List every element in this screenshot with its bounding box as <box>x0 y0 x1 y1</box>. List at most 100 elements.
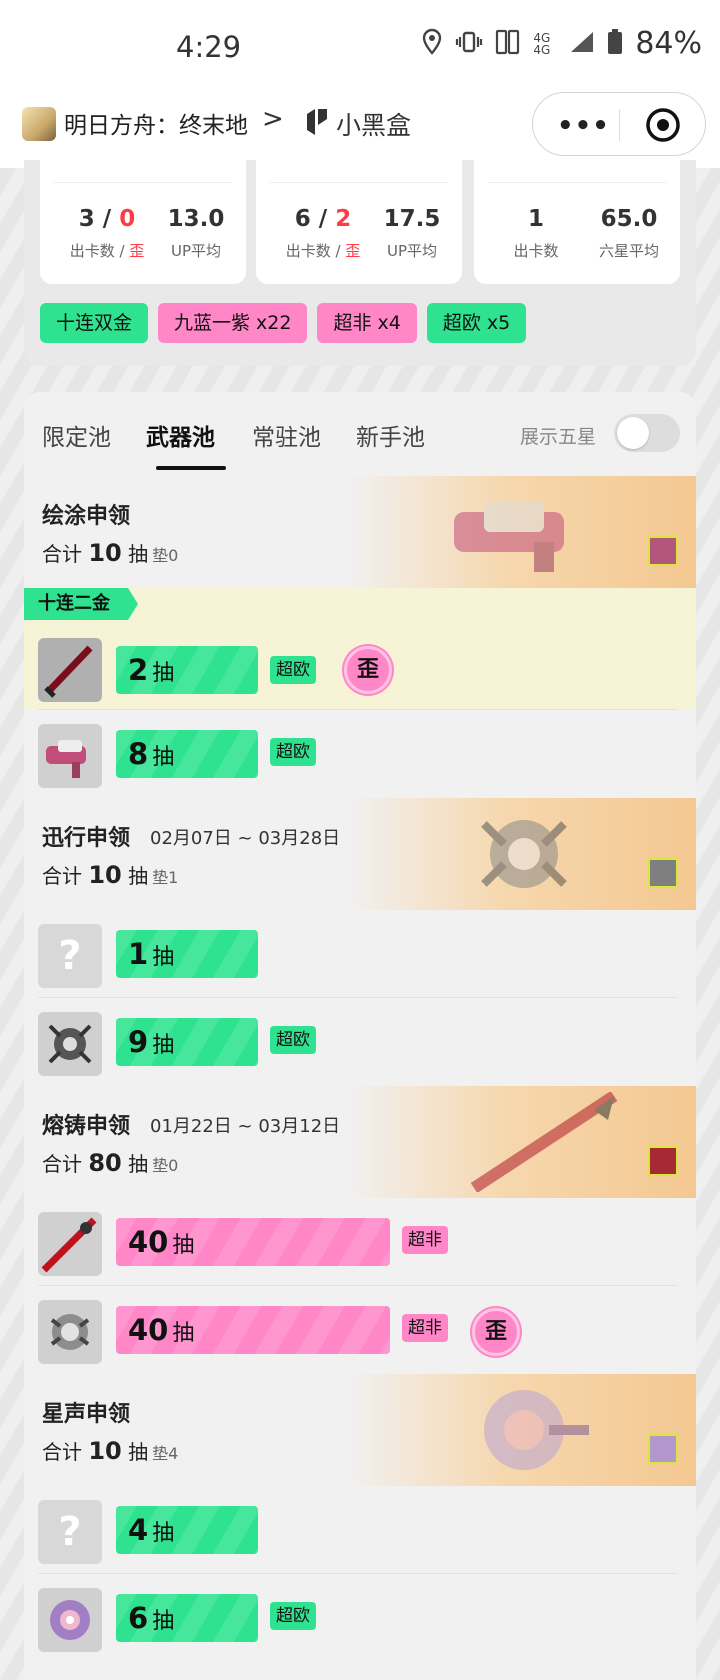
status-bar: 4:29 4G 4G 84% <box>0 0 720 96</box>
pool-date-range: 01月22日 ~ 03月12日 <box>150 1116 341 1137</box>
brand: 小黑盒 <box>304 106 411 142</box>
pool-banner: 星声申领 合计 10 抽垫4 <box>24 1374 696 1486</box>
tag-chip: 超非 x4 <box>317 303 417 343</box>
pull-row[interactable]: 十连二金 2抽 超欧 歪 <box>24 588 696 710</box>
stat-count: 6 / 2 出卡数 / 歪 <box>285 206 361 260</box>
stat-average: 17.5 UP平均 <box>383 206 441 260</box>
luck-badge: 超非 <box>402 1226 448 1254</box>
pool-total: 合计 10 抽垫1 <box>42 861 179 889</box>
mini-program-title-bar: 明日方舟：终末地 > 小黑盒 ••• <box>0 92 720 168</box>
close-target-button[interactable] <box>643 105 683 149</box>
pool-thumb-icon <box>648 858 678 888</box>
gauntlet-art-icon <box>481 820 567 888</box>
toggle-knob <box>617 417 649 449</box>
luck-badge: 超欧 <box>270 656 316 684</box>
show-five-star-label: 展示五星 <box>520 426 597 448</box>
luck-badge: 超欧 <box>270 1026 316 1054</box>
luck-badge: 超欧 <box>270 1602 316 1630</box>
pool-tabs: 限定池 武器池 常驻池 新手池 展示五星 <box>24 392 696 476</box>
pool-banner: 绘涂申领 合计 10 抽垫0 <box>24 476 696 588</box>
stat-average: 13.0 UP平均 <box>167 206 225 260</box>
pull-count-bar: 40 抽 <box>116 1306 390 1354</box>
pool-title: 熔铸申领 <box>42 1114 131 1139</box>
pool-thumb-icon <box>648 536 678 566</box>
game-avatar[interactable] <box>22 107 56 141</box>
ten-pull-ribbon: 十连二金 <box>24 588 138 620</box>
pull-row[interactable]: 6抽 超欧 <box>24 1574 696 1662</box>
pool-banner: 迅行申领 02月07日 ~ 03月28日 合计 10 抽垫1 <box>24 798 696 910</box>
pool-title: 迅行申领 <box>42 826 131 851</box>
pool-total: 合计 10 抽垫4 <box>42 1437 179 1465</box>
location-icon <box>421 28 443 60</box>
stat-card-weapon: 6 / 2 出卡数 / 歪 17.5 UP平均 <box>256 160 462 284</box>
pull-count-bar: 1抽 <box>116 930 258 978</box>
tab-standard[interactable]: 常驻池 <box>252 418 321 452</box>
summary-card: 3 / 0 出卡数 / 歪 13.0 UP平均 6 / 2 出卡数 / 歪 17… <box>24 160 696 366</box>
status-time: 4:29 <box>176 30 242 64</box>
silver-gauntlet-icon <box>38 1300 102 1364</box>
question-mark-icon: ? <box>38 924 102 988</box>
luck-badge: 超欧 <box>270 738 316 766</box>
signal-icon <box>569 30 595 58</box>
pull-row[interactable]: ? 4抽 <box>24 1486 696 1574</box>
active-tab-indicator <box>156 466 226 470</box>
pull-count-bar: 2抽 <box>116 646 258 694</box>
tag-chip: 十连双金 <box>40 303 149 343</box>
pull-count-bar: 4抽 <box>116 1506 258 1554</box>
pool-total: 合计 80 抽垫0 <box>42 1149 179 1177</box>
orb-art-icon <box>484 1390 589 1470</box>
stat-count: 3 / 0 出卡数 / 歪 <box>69 206 145 260</box>
pool-date-range: 02月07日 ~ 03月28日 <box>150 828 341 849</box>
tag-chip: 九蓝一紫 x22 <box>158 303 308 343</box>
pull-row[interactable]: ? 1抽 <box>24 910 696 998</box>
pull-row[interactable]: 8抽 超欧 <box>24 710 696 798</box>
gauntlet-icon <box>38 1012 102 1076</box>
sword-icon <box>38 638 102 702</box>
brand-name: 小黑盒 <box>336 111 412 140</box>
chevron-right-icon[interactable]: > <box>262 104 284 134</box>
pool-thumb-icon <box>648 1146 678 1176</box>
more-button[interactable]: ••• <box>557 111 610 141</box>
pool-thumb-icon <box>648 1434 678 1464</box>
capsule-menu: ••• <box>532 92 706 156</box>
pull-row[interactable]: 40 抽 超非 歪 <box>24 1286 696 1374</box>
pool-banner: 熔铸申领 01月22日 ~ 03月12日 合计 80 抽垫0 <box>24 1086 696 1198</box>
sim-icon <box>495 29 521 59</box>
off-banner-badge: 歪 <box>344 646 392 694</box>
status-icons: 4G 4G 84% <box>421 26 702 61</box>
stat-card-limited: 3 / 0 出卡数 / 歪 13.0 UP平均 <box>40 160 246 284</box>
heybox-logo-icon <box>304 106 330 142</box>
tag-list: 十连双金 九蓝一紫 x22 超非 x4 超欧 x5 <box>40 303 527 343</box>
vibrate-icon <box>455 30 483 58</box>
pink-launcher-icon <box>38 724 102 788</box>
question-mark-icon: ? <box>38 1500 102 1564</box>
stat-card-standard: 1 出卡数 65.0 六星平均 <box>474 160 680 284</box>
pool-total: 合计 10 抽垫0 <box>42 539 179 567</box>
crystal-orb-icon <box>38 1588 102 1652</box>
pull-count-bar: 6抽 <box>116 1594 258 1642</box>
pool-panel: 限定池 武器池 常驻池 新手池 展示五星 绘涂申领 合计 10 抽垫0 十连二金… <box>24 392 696 1680</box>
red-spear-icon <box>38 1212 102 1276</box>
tab-limited[interactable]: 限定池 <box>42 418 111 452</box>
luck-badge: 超非 <box>402 1314 448 1342</box>
tab-beginner[interactable]: 新手池 <box>356 418 425 452</box>
stat-count: 1 出卡数 <box>513 206 559 260</box>
tag-chip: 超欧 x5 <box>426 303 527 343</box>
show-five-star-toggle[interactable] <box>614 414 680 452</box>
pull-row[interactable]: 40 抽 超非 <box>24 1198 696 1286</box>
launcher-art-icon <box>454 502 564 572</box>
capsule-divider <box>619 109 620 141</box>
off-banner-badge: 歪 <box>472 1308 520 1356</box>
pull-row[interactable]: 9抽 超欧 <box>24 998 696 1086</box>
network-type-label: 4G 4G <box>533 30 551 57</box>
battery-icon <box>607 28 623 59</box>
pull-count-bar: 8抽 <box>116 730 258 778</box>
pull-count-bar: 40 抽 <box>116 1218 390 1266</box>
stat-average: 65.0 六星平均 <box>598 206 659 260</box>
pool-title: 星声申领 <box>42 1402 131 1427</box>
game-title[interactable]: 明日方舟：终末地 <box>64 106 248 140</box>
battery-percent: 84% <box>635 26 702 61</box>
pull-count-bar: 9抽 <box>116 1018 258 1066</box>
spear-art-icon <box>470 1092 618 1192</box>
tab-weapon[interactable]: 武器池 <box>146 418 215 452</box>
